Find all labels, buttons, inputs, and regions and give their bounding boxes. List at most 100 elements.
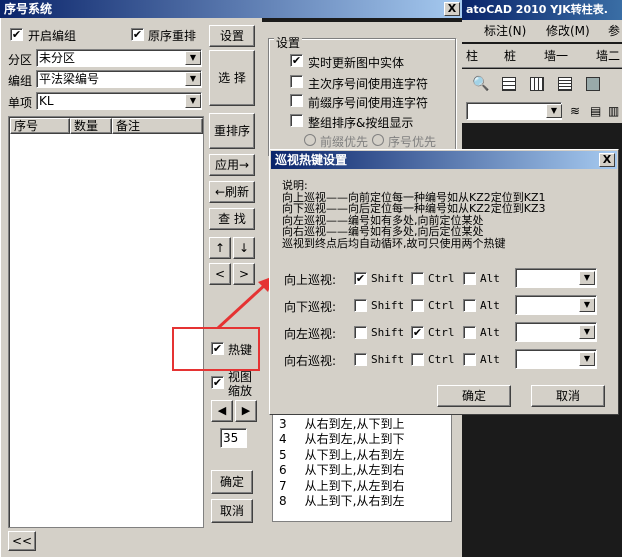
order-row[interactable]: 4 从右到左,从上到下 <box>279 430 404 447</box>
alt-checkbox[interactable] <box>463 272 476 285</box>
col-header-note[interactable]: 备注 <box>112 118 203 134</box>
shift-label: Shift <box>371 353 405 366</box>
reorder-label: 原序重排 <box>148 29 197 43</box>
next-button[interactable]: ▶ <box>235 400 257 422</box>
group-label: 编组 <box>8 74 33 88</box>
list-icon[interactable] <box>558 77 572 91</box>
opt-hyphen-main-checkbox[interactable] <box>290 75 303 88</box>
tab-wall2[interactable]: 墙二 <box>596 44 620 68</box>
ctrl-label: Ctrl <box>428 272 455 285</box>
shift-checkbox[interactable] <box>354 326 367 339</box>
order-row[interactable]: 6 从下到上,从左到右 <box>279 461 404 478</box>
ctrl-checkbox[interactable] <box>411 299 424 312</box>
item-label: 单项 <box>8 96 33 110</box>
ok-button[interactable]: 确定 <box>211 470 253 494</box>
chevron-down-icon[interactable]: ▼ <box>185 51 201 65</box>
radio-prefix[interactable] <box>304 134 316 146</box>
cad-titlebar: atoCAD 2010 YJK转柱表. <box>462 0 622 20</box>
find-button[interactable]: 查 找 <box>209 208 255 230</box>
layer-tool-icon[interactable]: ≋ <box>570 104 580 118</box>
opt-hyphen-prefix-checkbox[interactable] <box>290 94 303 107</box>
shift-checkbox[interactable]: ✔ <box>354 272 367 285</box>
zoom-icon[interactable]: 🔍 <box>472 76 489 92</box>
chevron-down-icon[interactable]: ▼ <box>579 271 595 285</box>
resort-button[interactable]: 重排序 <box>209 113 255 149</box>
alt-checkbox[interactable] <box>463 353 476 366</box>
callout-arrow <box>216 276 274 330</box>
ctrl-checkbox[interactable] <box>411 272 424 285</box>
col-header-index[interactable]: 序号 <box>10 118 70 134</box>
ctrl-checkbox[interactable]: ✔ <box>411 326 424 339</box>
reorder-checkbox[interactable]: ✔ <box>131 28 144 41</box>
select-button[interactable]: 选 择 <box>209 50 255 106</box>
grid-icon[interactable] <box>530 77 544 91</box>
layer-tool-icon-2[interactable]: ▤ <box>590 104 601 118</box>
hotkey-ok-button[interactable]: 确定 <box>437 385 511 407</box>
hotkey-dialog: 巡视热键设置 X 说明: 向上巡视——向前定位每一种编号如从KZ2定位到KZ1 … <box>269 149 619 415</box>
item-select[interactable]: KL <box>36 92 202 110</box>
zone-select[interactable]: 未分区 <box>36 49 202 67</box>
main-titlebar: 序号系统 <box>0 0 462 18</box>
zoom-value-field[interactable]: 35 <box>220 428 247 448</box>
chevron-down-icon[interactable]: ▼ <box>185 72 201 86</box>
desc-line: 向下巡视——向后定位每一种编号如从KZ2定位到KZ3 <box>282 202 546 215</box>
ctrl-checkbox[interactable] <box>411 353 424 366</box>
chevron-down-icon[interactable]: ▼ <box>185 94 201 108</box>
desc-title: 说明: <box>282 179 308 192</box>
apply-button[interactable]: 应用→ <box>209 154 255 176</box>
group-select[interactable]: 平法梁编号 <box>36 70 202 88</box>
chevron-down-icon[interactable]: ▼ <box>546 104 562 118</box>
refresh-button[interactable]: ←刷新 <box>209 181 255 203</box>
menu-modify[interactable]: 修改(M) <box>546 20 590 42</box>
alt-checkbox[interactable] <box>463 299 476 312</box>
tab-pile[interactable]: 桩 <box>504 44 516 68</box>
settings-button[interactable]: 设置>> <box>209 25 255 63</box>
opt-group-sort-checkbox[interactable] <box>290 114 303 127</box>
prev-button[interactable]: ◀ <box>211 400 233 422</box>
tab-wall1[interactable]: 墙一 <box>544 44 568 68</box>
shift-label: Shift <box>371 326 405 339</box>
down-button[interactable]: ↓ <box>233 237 255 259</box>
alt-label: Alt <box>480 272 500 285</box>
up-button[interactable]: ↑ <box>209 237 231 259</box>
alt-checkbox[interactable] <box>463 326 476 339</box>
tab-column[interactable]: 柱 <box>466 44 478 68</box>
order-row[interactable]: 8 从上到下,从右到左 <box>279 492 404 509</box>
view-zoom-checkbox[interactable]: ✔ <box>211 376 224 389</box>
alt-label: Alt <box>480 299 500 312</box>
col-header-qty[interactable]: 数量 <box>70 118 112 134</box>
shift-checkbox[interactable] <box>354 353 367 366</box>
desc-line: 向右巡视——编号如有多处,向后定位某处 <box>282 225 484 238</box>
main-close-button[interactable]: X <box>444 2 460 16</box>
hotkey-dialog-title: 巡视热键设置 <box>275 153 348 167</box>
box-icon[interactable] <box>586 77 600 91</box>
menu-dimension[interactable]: 标注(N) <box>484 20 526 42</box>
ctrl-label: Ctrl <box>428 353 455 366</box>
chevron-down-icon[interactable]: ▼ <box>579 352 595 366</box>
hotkey-dialog-close-button[interactable]: X <box>599 153 615 167</box>
hotkey-row-label: 向右巡视: <box>284 354 337 368</box>
collapse-button[interactable]: << <box>8 531 36 551</box>
hotkey-description: 说明: 向上巡视——向前定位每一种编号如从KZ2定位到KZ1 向下巡视——向后定… <box>282 180 612 249</box>
enable-group-checkbox[interactable]: ✔ <box>10 28 23 41</box>
table-icon[interactable] <box>502 77 516 91</box>
chevron-down-icon[interactable]: ▼ <box>579 325 595 339</box>
sequence-table[interactable]: 序号 数量 备注 <box>8 116 204 528</box>
view-zoom-label-2: 缩放 <box>228 384 253 398</box>
cad-menubar: 标注(N) 修改(M) 参 <box>462 20 622 42</box>
radio-number[interactable] <box>372 134 384 146</box>
radio-number-label: 序号优先 <box>388 135 437 149</box>
cancel-button[interactable]: 取消 <box>211 499 253 523</box>
chevron-down-icon[interactable]: ▼ <box>579 298 595 312</box>
cad-tabs: 柱 桩 墙一 墙二 <box>462 44 622 68</box>
hotkey-checkbox[interactable]: ✔ <box>211 342 224 355</box>
opt-realtime-label: 实时更新图中实体 <box>308 56 405 70</box>
layer-tool-icon-3[interactable]: ▥ <box>608 104 619 118</box>
menu-param[interactable]: 参 <box>608 20 620 42</box>
opt-group-sort-label: 整组排序&按组显示 <box>308 116 414 130</box>
opt-realtime-checkbox[interactable]: ✔ <box>290 54 303 67</box>
shift-checkbox[interactable] <box>354 299 367 312</box>
order-list[interactable]: 3 从右到左,从下到上 4 从右到左,从上到下 5 从下到上,从右到左 6 从下到上,从… <box>272 412 452 522</box>
ctrl-label: Ctrl <box>428 326 455 339</box>
hotkey-cancel-button[interactable]: 取消 <box>531 385 605 407</box>
